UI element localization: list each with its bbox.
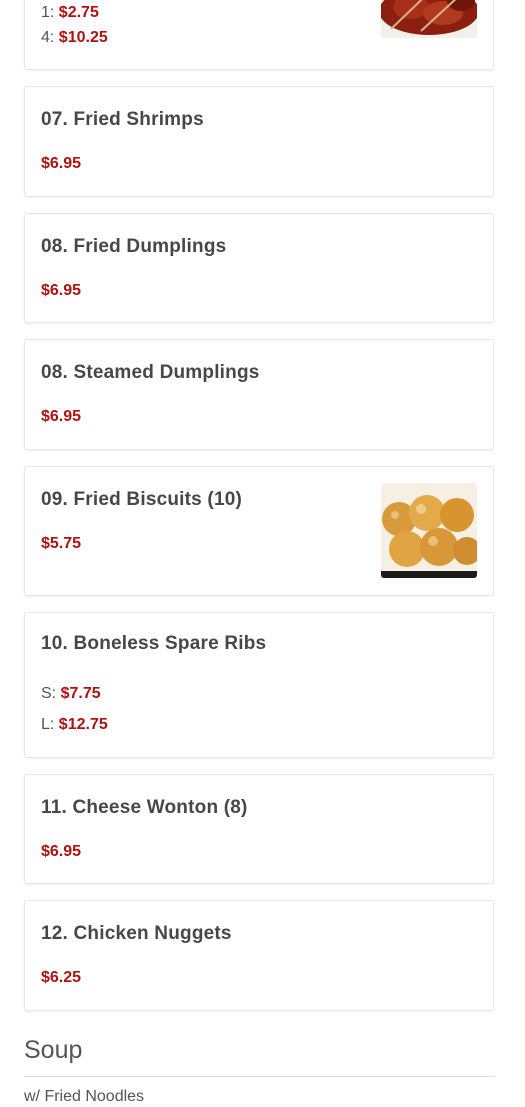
price-option-line: 4: $10.25 [41, 29, 108, 47]
price-value: $7.75 [60, 685, 101, 702]
menu-item-title: 10. Boneless Spare Ribs [41, 633, 267, 654]
menu-item-card[interactable]: 11. Cheese Wonton (8) $6.95 [24, 774, 494, 884]
menu-item-title: 07. Fried Shrimps [41, 109, 204, 130]
price-option-line: 1: $2.75 [41, 4, 99, 22]
price-value: $12.75 [58, 716, 108, 733]
menu-item-price: $6.95 [41, 408, 82, 425]
menu-item-card[interactable]: 08. Steamed Dumplings $6.95 [24, 339, 494, 450]
price-option-line: L: $12.75 [41, 716, 108, 734]
menu-item-price: $6.95 [41, 282, 82, 299]
section-divider [24, 1076, 495, 1077]
fried-biscuits-photo[interactable] [381, 483, 477, 578]
menu-item-card-skewers[interactable]: 1: $2.75 4: $10.25 [24, 0, 494, 70]
price-option-label: L: [41, 716, 55, 733]
menu-item-title: 12. Chicken Nuggets [41, 923, 232, 944]
skewered-meat-photo[interactable] [381, 0, 477, 38]
price-option-label: 1: [41, 4, 55, 21]
price-option-line: S: $7.75 [41, 685, 101, 703]
section-subtitle: w/ Fried Noodles [24, 1088, 145, 1105]
menu-item-card[interactable]: 09. Fried Biscuits (10) $5.75 [24, 466, 494, 596]
menu-item-card[interactable]: 08. Fried Dumplings $6.95 [24, 213, 494, 323]
menu-item-card[interactable]: 07. Fried Shrimps $6.95 [24, 86, 494, 197]
price-value: $2.75 [58, 4, 99, 21]
menu-item-title: 09. Fried Biscuits (10) [41, 489, 243, 510]
menu-item-price: $6.95 [41, 155, 82, 172]
menu-item-card[interactable]: 10. Boneless Spare Ribs S: $7.75 L: $12.… [24, 612, 494, 758]
menu-item-price: $6.95 [41, 843, 82, 860]
menu-item-title: 08. Steamed Dumplings [41, 362, 260, 383]
section-title: Soup [24, 1036, 83, 1064]
price-option-label: 4: [41, 29, 55, 46]
menu-item-title: 08. Fried Dumplings [41, 236, 227, 257]
menu-item-card[interactable]: 12. Chicken Nuggets $6.25 [24, 900, 494, 1011]
menu-item-price: $5.75 [41, 535, 82, 552]
menu-item-price: $6.25 [41, 969, 82, 986]
menu-item-title: 11. Cheese Wonton (8) [41, 797, 248, 818]
price-value: $10.25 [58, 29, 108, 46]
price-option-label: S: [41, 685, 57, 702]
